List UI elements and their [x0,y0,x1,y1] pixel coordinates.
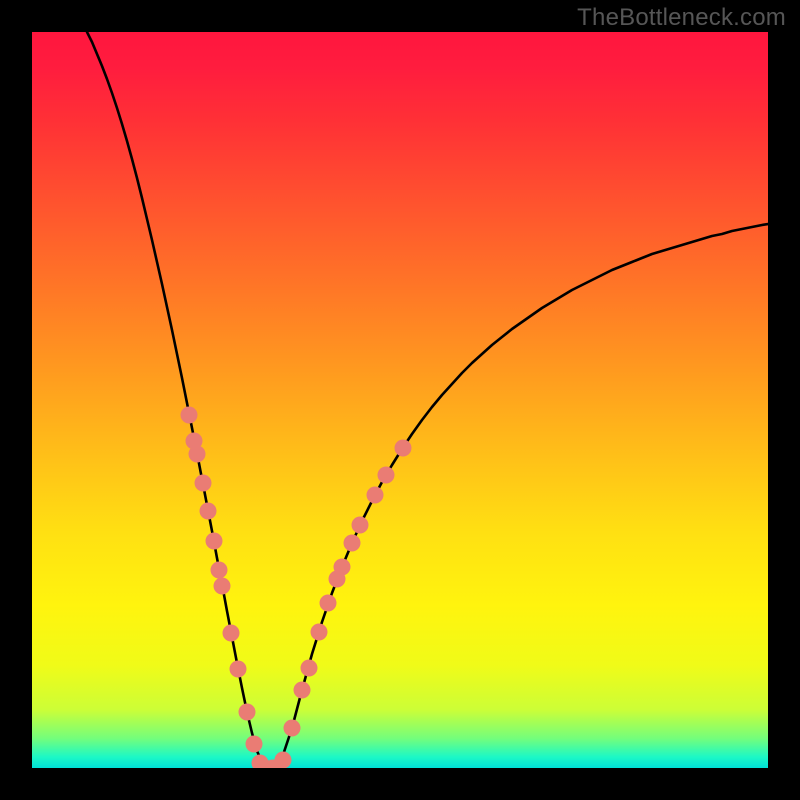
curve-marker [367,487,384,504]
curve-marker [352,517,369,534]
curve-marker [301,660,318,677]
plot-area [32,32,768,768]
curve-marker [378,467,395,484]
curve-marker [200,503,217,520]
watermark-text: TheBottleneck.com [577,4,786,32]
curve-marker [195,475,212,492]
curve-marker [334,559,351,576]
curve-marker [320,595,337,612]
curve-marker [230,661,247,678]
curve-marker [223,625,240,642]
bottleneck-curve [87,32,768,768]
curve-marker [395,440,412,457]
curve-marker [239,704,256,721]
curve-marker [294,682,311,699]
curve-marker [275,752,292,769]
curve-marker [344,535,361,552]
curve-marker [211,562,228,579]
curve-marker [181,407,198,424]
curve-marker [189,446,206,463]
curve-marker [284,720,301,737]
curve-marker [214,578,231,595]
curve-marker [311,624,328,641]
chart-svg [32,32,768,768]
chart-frame: TheBottleneck.com [0,0,800,800]
curve-marker [206,533,223,550]
curve-marker [246,736,263,753]
